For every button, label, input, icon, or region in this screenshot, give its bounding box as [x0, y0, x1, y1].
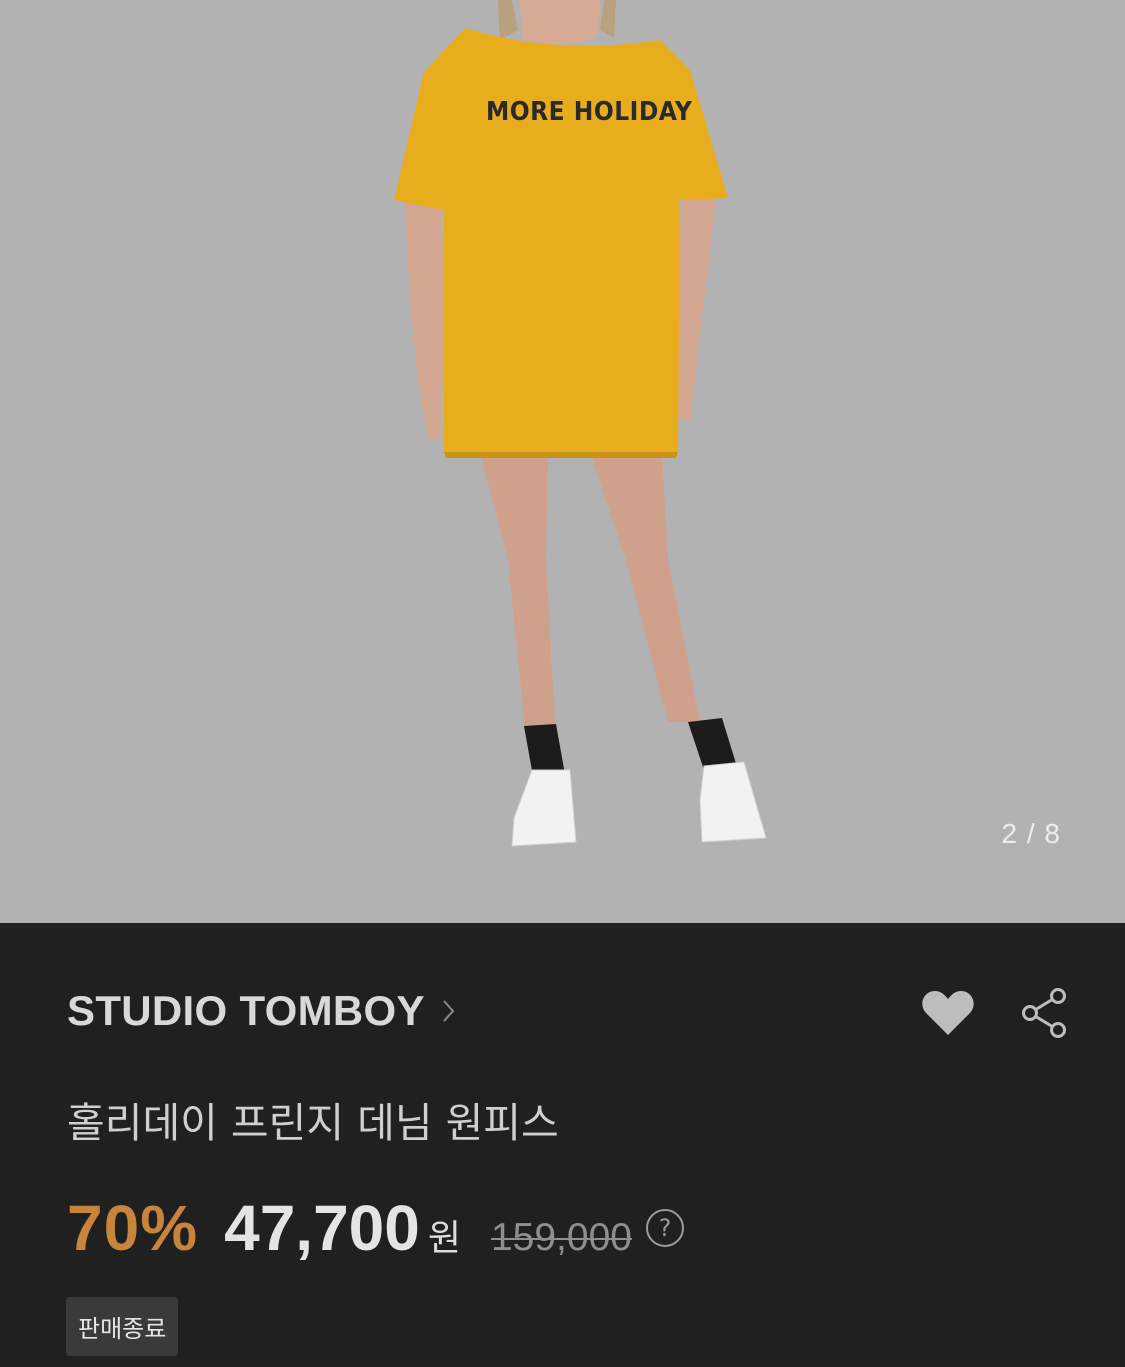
share-icon[interactable]	[1020, 987, 1068, 1039]
product-image-gallery[interactable]: MORE HOLIDAY 2 / 8	[0, 0, 1125, 923]
product-title: 홀리데이 프린지 데님 원피스	[67, 1099, 559, 1147]
chevron-right-icon	[443, 1000, 455, 1022]
product-photo: MORE HOLIDAY	[394, 0, 767, 847]
currency-unit: 원	[427, 1218, 461, 1259]
brand-name: STUDIO TOMBOY	[67, 987, 425, 1034]
price-help-icon[interactable]: ?	[645, 1209, 684, 1247]
price-row: 70% 47,700 원 159,000 ?	[67, 1191, 684, 1265]
original-price: 159,000	[490, 1216, 632, 1259]
discount-rate: 70%	[67, 1192, 199, 1264]
heart-icon[interactable]	[920, 989, 976, 1039]
image-counter: 2 / 8	[1001, 818, 1061, 849]
shirt-print-text: MORE HOLIDAY	[486, 97, 693, 127]
status-badge: 판매종료	[66, 1297, 179, 1356]
sale-price: 47,700	[224, 1192, 420, 1264]
dress-shape	[394, 28, 728, 452]
brand-link[interactable]: STUDIO TOMBOY	[67, 987, 457, 1035]
product-info-panel: STUDIO TOMBOY 홀리데이 프린지 데님 원피스 70% 47,700…	[0, 923, 1125, 1367]
